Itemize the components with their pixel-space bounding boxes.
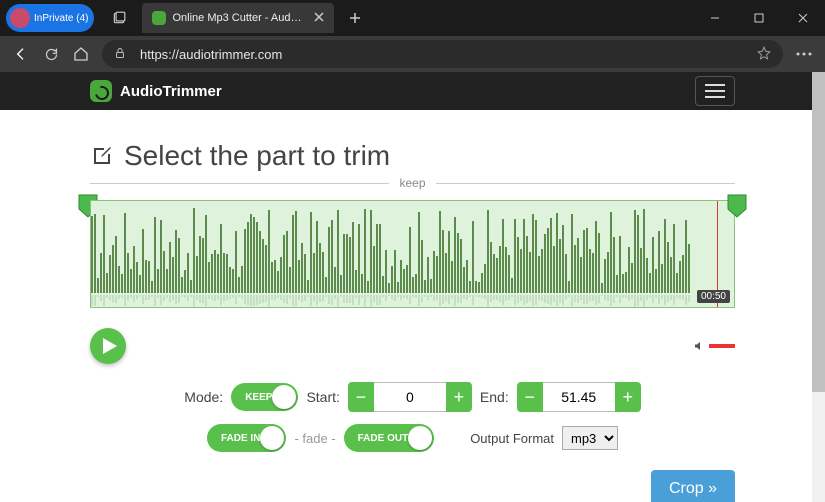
fade-in-label: FADE IN	[221, 433, 260, 444]
close-tab-icon[interactable]	[314, 9, 324, 27]
play-button[interactable]	[90, 328, 126, 364]
brand-text: AudioTrimmer	[120, 83, 222, 100]
toggle-knob	[260, 426, 284, 450]
toggle-knob	[272, 385, 296, 409]
waveform-container: 00:50	[90, 200, 735, 308]
crop-button[interactable]: Crop »	[651, 470, 735, 502]
hamburger-icon	[705, 90, 725, 92]
inprivate-label: InPrivate (4)	[34, 13, 88, 24]
volume-icon	[693, 340, 705, 352]
address-bar: https://audiotrimmer.com	[0, 36, 825, 72]
minimize-button[interactable]	[693, 3, 737, 33]
refresh-button[interactable]	[36, 39, 66, 69]
start-label: Start:	[306, 389, 339, 405]
start-input[interactable]	[374, 382, 446, 412]
new-tab-button[interactable]	[340, 3, 370, 33]
back-button[interactable]	[6, 39, 36, 69]
scroll-thumb[interactable]	[812, 72, 825, 392]
fade-out-label: FADE OUT	[358, 433, 409, 444]
site-header: AudioTrimmer	[0, 72, 825, 110]
tab-actions-icon[interactable]	[102, 3, 136, 33]
url-input[interactable]: https://audiotrimmer.com	[102, 40, 783, 68]
home-button[interactable]	[66, 39, 96, 69]
toggle-knob	[408, 426, 432, 450]
titlebar: InPrivate (4) Online Mp3 Cutter - Audio …	[0, 0, 825, 36]
url-text: https://audiotrimmer.com	[140, 47, 282, 62]
mode-label: Mode:	[184, 389, 223, 405]
page-heading: Select the part to trim	[90, 140, 735, 172]
fade-out-toggle[interactable]: FADE OUT	[344, 424, 435, 452]
start-minus-button[interactable]: −	[348, 382, 374, 412]
output-format-select[interactable]: mp3	[562, 426, 618, 450]
volume-bar[interactable]	[709, 344, 735, 348]
end-minus-button[interactable]: −	[517, 382, 543, 412]
end-stepper: − +	[517, 382, 641, 412]
volume-control[interactable]	[693, 340, 735, 352]
fade-in-toggle[interactable]: FADE IN	[207, 424, 286, 452]
close-window-button[interactable]	[781, 3, 825, 33]
fade-separator: - fade -	[294, 431, 335, 446]
favicon-icon	[152, 11, 166, 25]
mode-toggle[interactable]: KEEP	[231, 383, 298, 411]
site-logo[interactable]: AudioTrimmer	[90, 80, 222, 102]
page-viewport: AudioTrimmer Select the part to trim kee…	[0, 72, 825, 502]
hamburger-menu[interactable]	[695, 76, 735, 106]
maximize-button[interactable]	[737, 3, 781, 33]
profile-avatar-icon	[10, 8, 30, 28]
browser-menu-button[interactable]	[789, 52, 819, 56]
browser-tab[interactable]: Online Mp3 Cutter - Audio Trimm	[142, 3, 334, 33]
edit-icon	[90, 144, 114, 168]
vertical-scrollbar[interactable]	[812, 72, 825, 502]
end-input[interactable]	[543, 382, 615, 412]
output-format-label: Output Format	[470, 431, 554, 446]
divider-label: keep	[389, 176, 435, 190]
lock-icon	[114, 46, 130, 63]
trim-handle-end[interactable]	[727, 194, 747, 218]
favorite-icon[interactable]	[757, 46, 771, 63]
tab-title: Online Mp3 Cutter - Audio Trimm	[172, 12, 302, 24]
play-icon	[103, 338, 117, 354]
time-display: 00:50	[697, 290, 730, 303]
start-plus-button[interactable]: +	[446, 382, 472, 412]
logo-icon	[90, 80, 112, 102]
end-label: End:	[480, 389, 509, 405]
end-plus-button[interactable]: +	[615, 382, 641, 412]
waveform[interactable]: 00:50	[90, 200, 735, 308]
section-divider: keep	[90, 176, 735, 190]
inprivate-badge[interactable]: InPrivate (4)	[6, 4, 94, 32]
mode-value: KEEP	[245, 392, 272, 403]
heading-text: Select the part to trim	[124, 140, 390, 172]
start-stepper: − +	[348, 382, 472, 412]
